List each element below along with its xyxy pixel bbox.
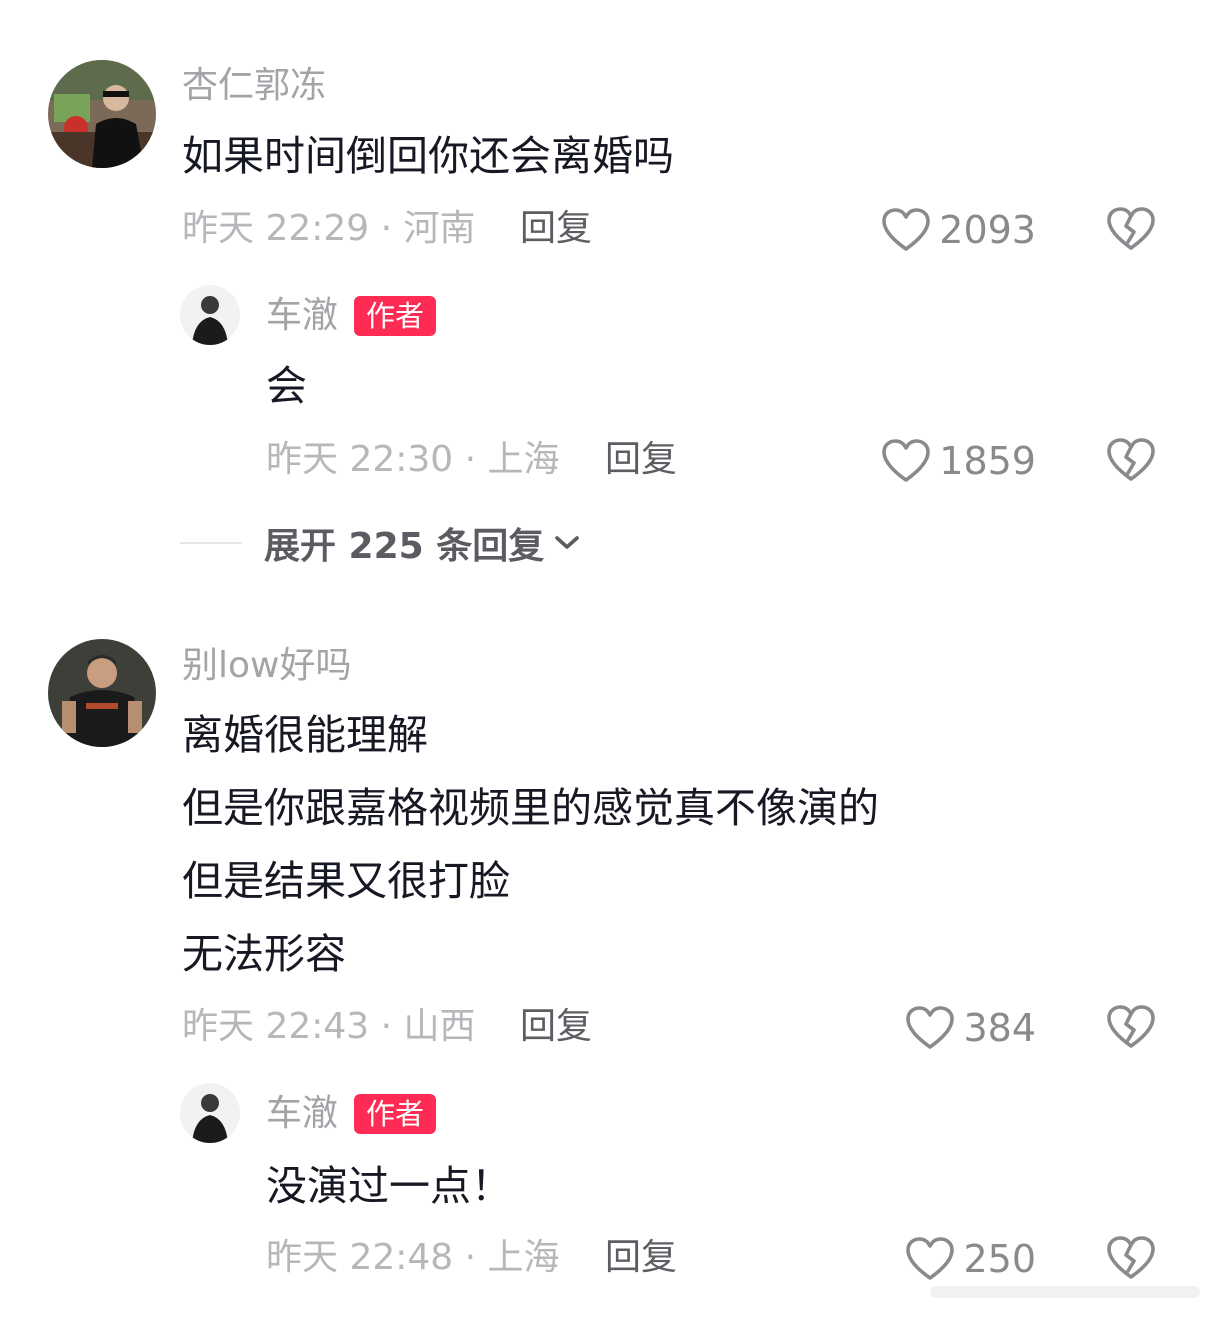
comment-text: 如果时间倒回你还会离婚吗 bbox=[182, 120, 674, 193]
chevron-down-icon bbox=[555, 536, 580, 549]
author-badge: 作者 bbox=[354, 1094, 437, 1134]
author-badge: 作者 bbox=[354, 296, 437, 336]
comment-text-line: 如果时间倒回你还会离婚吗 bbox=[182, 132, 674, 180]
comment-text-line: 但是结果又很打脸 bbox=[182, 857, 510, 905]
reply-text-line: 没演过一点！ bbox=[266, 1162, 512, 1210]
like-button[interactable]: 2093 bbox=[881, 205, 1036, 255]
avatar-image bbox=[180, 285, 240, 345]
reply-avatar[interactable] bbox=[180, 285, 240, 345]
divider bbox=[180, 542, 242, 544]
comment-meta: 昨天 22:29 · 河南 bbox=[182, 208, 476, 249]
avatar-image bbox=[48, 639, 156, 747]
watermark-icon bbox=[930, 1286, 1200, 1298]
broken-heart-icon[interactable] bbox=[1106, 1004, 1156, 1050]
like-button[interactable]: 384 bbox=[905, 1003, 1036, 1053]
like-count: 250 bbox=[963, 1237, 1036, 1281]
reply-username[interactable]: 车澈 bbox=[266, 1092, 338, 1135]
reply-meta: 昨天 22:48 · 上海 bbox=[266, 1237, 560, 1278]
heart-outline-icon bbox=[882, 439, 931, 482]
comment-meta: 昨天 22:43 · 山西 bbox=[182, 1006, 476, 1047]
avatar-image bbox=[180, 1083, 240, 1143]
broken-heart-icon[interactable] bbox=[1106, 206, 1156, 252]
comment-text-line: 离婚很能理解 bbox=[182, 711, 428, 759]
heart-outline-icon bbox=[882, 208, 931, 251]
like-count: 384 bbox=[963, 1006, 1036, 1050]
reply-meta: 昨天 22:30 · 上海 bbox=[266, 439, 560, 480]
reply-button[interactable]: 回复 bbox=[605, 1236, 677, 1279]
reply-avatar[interactable] bbox=[180, 1083, 240, 1143]
expand-replies-button[interactable]: 展开 225 条回复 bbox=[180, 520, 580, 567]
reply-button[interactable]: 回复 bbox=[520, 1005, 592, 1048]
heart-outline-icon bbox=[906, 1006, 955, 1049]
avatar-image bbox=[48, 60, 156, 168]
comment-text-line: 但是你跟嘉格视频里的感觉真不像演的 bbox=[182, 784, 879, 832]
like-button[interactable]: 1859 bbox=[881, 436, 1036, 486]
like-count: 1859 bbox=[939, 439, 1036, 483]
heart-outline-icon bbox=[906, 1237, 955, 1280]
avatar[interactable] bbox=[48, 639, 156, 747]
comment-text: 离婚很能理解 但是你跟嘉格视频里的感觉真不像演的 但是结果又很打脸 无法形容 bbox=[182, 699, 879, 991]
reply-text: 没演过一点！ bbox=[266, 1150, 512, 1223]
comment-username[interactable]: 别low好吗 bbox=[182, 644, 351, 687]
comment-username[interactable]: 杏仁郭冻 bbox=[182, 64, 326, 107]
broken-heart-icon[interactable] bbox=[1106, 1235, 1156, 1281]
broken-heart-icon[interactable] bbox=[1106, 437, 1156, 483]
reply-text-line: 会 bbox=[266, 362, 307, 410]
comment-text-line: 无法形容 bbox=[182, 930, 346, 978]
reply-text: 会 bbox=[266, 350, 307, 423]
reply-button[interactable]: 回复 bbox=[605, 438, 677, 481]
expand-replies-label: 展开 225 条回复 bbox=[264, 526, 545, 567]
like-button[interactable]: 250 bbox=[905, 1234, 1036, 1284]
reply-button[interactable]: 回复 bbox=[520, 207, 592, 250]
avatar[interactable] bbox=[48, 60, 156, 168]
like-count: 2093 bbox=[939, 208, 1036, 252]
reply-username[interactable]: 车澈 bbox=[266, 294, 338, 337]
